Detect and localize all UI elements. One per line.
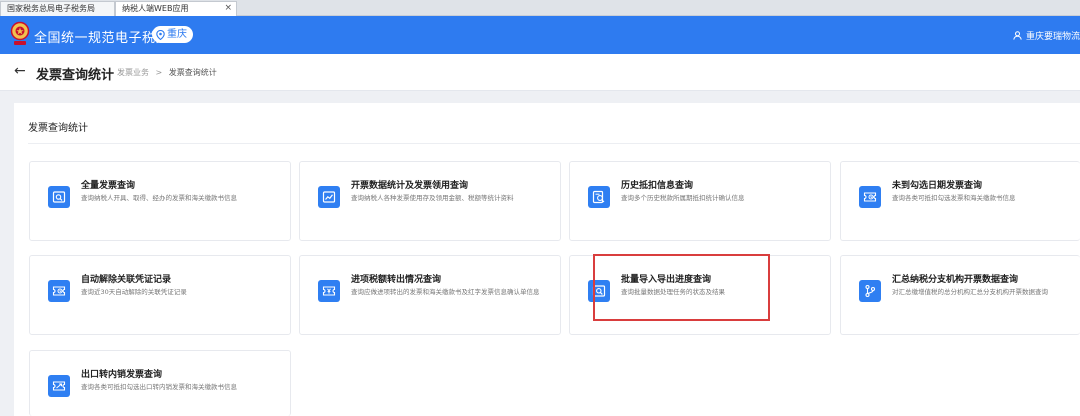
section-divider xyxy=(28,143,1080,144)
card-auto-unlinked-vouchers[interactable]: 自动解除关联凭证记录 查询近30天自动解除的关联凭证记录 xyxy=(29,255,291,335)
breadcrumb: 发票业务 > 发票查询统计 xyxy=(117,67,217,78)
card-description: 查询多个历史税款所属期抵扣统计确认信息 xyxy=(621,194,745,202)
page-header: ← 发票查询统计 发票业务 > 发票查询统计 xyxy=(0,54,1080,91)
card-title: 自动解除关联凭证记录 xyxy=(81,275,172,285)
card-export-to-domestic-invoices[interactable]: 出口转内销发票查询 查询各类可抵扣勾选出口转内销发票和海关缴款书信息 xyxy=(29,350,291,416)
breadcrumb-current: 发票查询统计 xyxy=(168,68,217,77)
user-name: 重庆要瑞物流 xyxy=(1025,32,1080,42)
card-description: 查询近30天自动解除的关联凭证记录 xyxy=(81,288,187,296)
ticket-clock-icon xyxy=(859,186,881,208)
breadcrumb-parent[interactable]: 发票业务 xyxy=(117,68,149,77)
page-title: 发票查询统计 xyxy=(36,68,115,83)
user-menu[interactable]: 重庆要瑞物流 xyxy=(1013,29,1080,42)
tax-emblem-icon xyxy=(10,21,30,45)
card-description: 查询纳税人开具、取得、经办的发票和海关缴款书信息 xyxy=(81,194,237,202)
card-description: 查询各类可抵扣勾选发票和海关缴款书信息 xyxy=(892,194,1016,202)
location-pin-icon xyxy=(156,29,165,40)
card-description: 查询应做进项转出的发票和海关缴款书及红字发票信息确认单信息 xyxy=(351,288,540,296)
user-icon xyxy=(1013,31,1022,40)
browser-tab-label: 国家税务总局电子税务局 xyxy=(7,4,95,13)
card-title: 历史抵扣信息查询 xyxy=(621,181,694,191)
card-invoicing-statistics[interactable]: 开票数据统计及发票领用查询 查询纳税人各种发票使用存及领用金额、税额等统计资料 xyxy=(299,161,561,241)
card-title: 出口转内销发票查询 xyxy=(81,370,163,380)
section-title: 发票查询统计 xyxy=(28,123,88,134)
card-title: 开票数据统计及发票领用查询 xyxy=(351,181,469,191)
card-branch-invoicing-data[interactable]: 汇总纳税分支机构开票数据查询 对汇总缴增值税的总分机构汇总分支机构开票数据查询 xyxy=(840,255,1080,335)
close-tab-icon[interactable]: × xyxy=(224,2,232,15)
ticket-clock-icon xyxy=(48,280,70,302)
chart-line-icon xyxy=(318,186,340,208)
card-title: 汇总纳税分支机构开票数据查询 xyxy=(892,275,1019,285)
card-title: 未到勾选日期发票查询 xyxy=(892,181,983,191)
site-header: 全国统一规范电子税务局 重庆 重庆要瑞物流 xyxy=(0,16,1080,54)
card-full-invoice-query[interactable]: 全量发票查询 查询纳税人开具、取得、经办的发票和海关缴款书信息 xyxy=(29,161,291,241)
card-title: 全量发票查询 xyxy=(81,181,136,191)
highlight-box xyxy=(593,254,770,321)
card-title: 进项税额转出情况查询 xyxy=(351,275,442,285)
branch-icon xyxy=(859,280,881,302)
invoice-search-icon xyxy=(48,186,70,208)
back-arrow-icon[interactable]: ← xyxy=(14,63,26,79)
browser-tab-etax[interactable]: 国家税务总局电子税务局 xyxy=(0,1,115,16)
card-description: 查询纳税人各种发票使用存及领用金额、税额等统计资料 xyxy=(351,194,514,202)
region-selector[interactable]: 重庆 xyxy=(152,26,193,43)
ticket-yen-icon xyxy=(318,280,340,302)
card-input-tax-transfer[interactable]: 进项税额转出情况查询 查询应做进项转出的发票和海关缴款书及红字发票信息确认单信息 xyxy=(299,255,561,335)
card-description: 对汇总缴增值税的总分机构汇总分支机构开票数据查询 xyxy=(892,288,1048,296)
breadcrumb-separator: > xyxy=(155,68,163,77)
browser-tab-label: 纳税人端WEB应用 xyxy=(122,4,189,13)
card-unchecked-invoices[interactable]: 未到勾选日期发票查询 查询各类可抵扣勾选发票和海关缴款书信息 xyxy=(840,161,1080,241)
card-description: 查询各类可抵扣勾选出口转内销发票和海关缴款书信息 xyxy=(81,383,237,391)
ticket-export-icon xyxy=(48,375,70,397)
browser-tab-web-app[interactable]: 纳税人端WEB应用 × xyxy=(115,1,237,16)
browser-tab-bar: 国家税务总局电子税务局 纳税人端WEB应用 × xyxy=(0,0,1080,16)
region-label: 重庆 xyxy=(167,29,187,40)
card-history-deduction[interactable]: 历史抵扣信息查询 查询多个历史税款所属期抵扣统计确认信息 xyxy=(569,161,831,241)
history-search-icon xyxy=(588,186,610,208)
